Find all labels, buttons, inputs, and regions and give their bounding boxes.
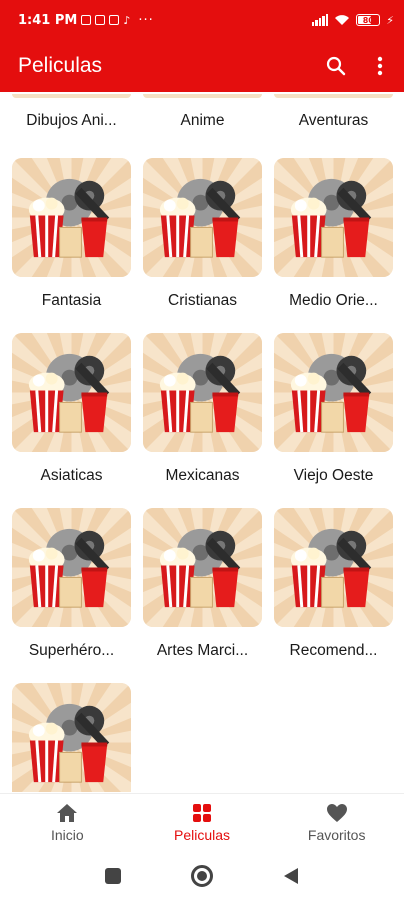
category-label: Viejo Oeste: [293, 467, 374, 484]
notification-icon: [81, 15, 92, 25]
category-tile[interactable]: Asiaticas: [12, 333, 131, 508]
category-poster-image: [12, 333, 131, 452]
home-system-button[interactable]: [191, 864, 213, 887]
system-navigation-bar: [0, 851, 404, 900]
category-grid-scroll[interactable]: Dibujos Ani... Anime Aventuras Fantasia: [0, 92, 404, 792]
category-label: Medio Orie...: [289, 292, 378, 309]
category-label: Superhéro...: [28, 642, 115, 659]
trash-notification-icon: [109, 15, 120, 25]
category-poster-image: [274, 333, 393, 452]
category-poster-image: [12, 508, 131, 627]
category-label: Cristianas: [168, 292, 237, 309]
category-label: Fantasia: [41, 292, 102, 309]
category-poster-image: [12, 158, 131, 277]
category-poster-image: [12, 683, 131, 792]
overflow-menu-button[interactable]: [368, 54, 392, 78]
battery-icon: 80: [356, 14, 381, 26]
category-poster-image: [143, 333, 262, 452]
page-title: Peliculas: [18, 54, 103, 77]
grid-icon: [193, 803, 211, 822]
heart-icon: [326, 803, 347, 822]
back-button[interactable]: [283, 867, 299, 885]
category-poster-image: [274, 158, 393, 277]
search-button[interactable]: [324, 54, 348, 78]
category-tile[interactable]: Medio Orie...: [274, 158, 393, 333]
category-tile[interactable]: Artes Marci...: [143, 508, 262, 683]
status-time: 1:41 PM: [18, 12, 78, 28]
category-label: Recomend...: [289, 642, 378, 659]
notification-icons: ♪: [81, 14, 130, 27]
category-poster-image: [143, 508, 262, 627]
more-vert-icon: [377, 56, 383, 76]
category-label: Anime: [180, 112, 225, 129]
category-tile[interactable]: Superhéro...: [12, 508, 131, 683]
nav-label: Inicio: [50, 826, 84, 843]
category-tile[interactable]: Recomend...: [274, 508, 393, 683]
category-tile[interactable]: Cristianas: [143, 158, 262, 333]
category-tile[interactable]: Viejo Oeste: [274, 333, 393, 508]
nav-label: Favoritos: [307, 826, 366, 843]
category-tile[interactable]: Anime: [143, 92, 262, 130]
category-tile[interactable]: Dibujos Ani...: [12, 92, 131, 130]
nav-item-inicio[interactable]: Inicio: [0, 794, 135, 851]
category-poster-image: [143, 158, 262, 277]
charging-icon: ⚡: [386, 13, 394, 27]
category-poster-image: [274, 508, 393, 627]
recent-apps-button[interactable]: [105, 867, 121, 884]
home-icon: [57, 803, 78, 822]
tiktok-notification-icon: ♪: [123, 13, 131, 27]
nav-label: Peliculas: [173, 826, 231, 843]
status-bar: 1:41 PM ♪ ··· 80 ⚡: [0, 0, 404, 40]
signal-icon: [311, 14, 329, 26]
category-tile[interactable]: Fantasia: [12, 158, 131, 333]
category-label: Aventuras: [298, 112, 369, 129]
search-icon: [326, 56, 346, 76]
wifi-icon: [335, 15, 350, 25]
bottom-navigation: Inicio Peliculas Favoritos: [0, 793, 404, 851]
app-bar: Peliculas: [0, 40, 404, 92]
category-tile[interactable]: [12, 683, 131, 792]
category-tile[interactable]: Mexicanas: [143, 333, 262, 508]
more-notifications-icon: ···: [138, 12, 154, 28]
nav-item-peliculas[interactable]: Peliculas: [135, 794, 270, 851]
notification-icon: [95, 15, 106, 25]
category-label: Mexicanas: [165, 467, 240, 484]
category-label: Asiaticas: [40, 467, 103, 484]
category-label: Dibujos Ani...: [26, 112, 117, 129]
category-label: Artes Marci...: [156, 642, 249, 659]
category-tile[interactable]: Aventuras: [274, 92, 393, 130]
nav-item-favoritos[interactable]: Favoritos: [269, 794, 404, 851]
